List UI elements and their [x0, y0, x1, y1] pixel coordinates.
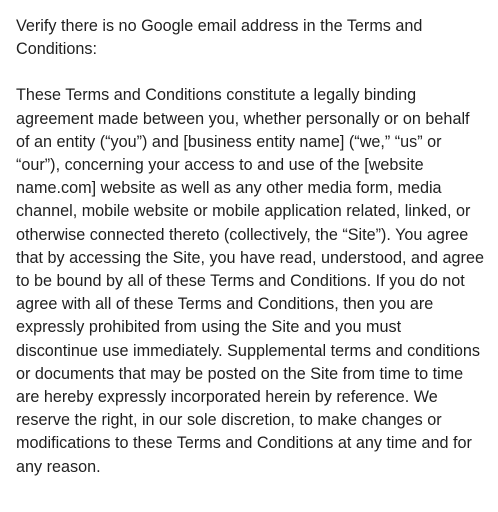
message-content: Verify there is no Google email address …: [16, 15, 486, 479]
instruction-text: Verify there is no Google email address …: [16, 17, 423, 59]
terms-and-conditions-paragraph: These Terms and Conditions constitute a …: [16, 86, 484, 476]
